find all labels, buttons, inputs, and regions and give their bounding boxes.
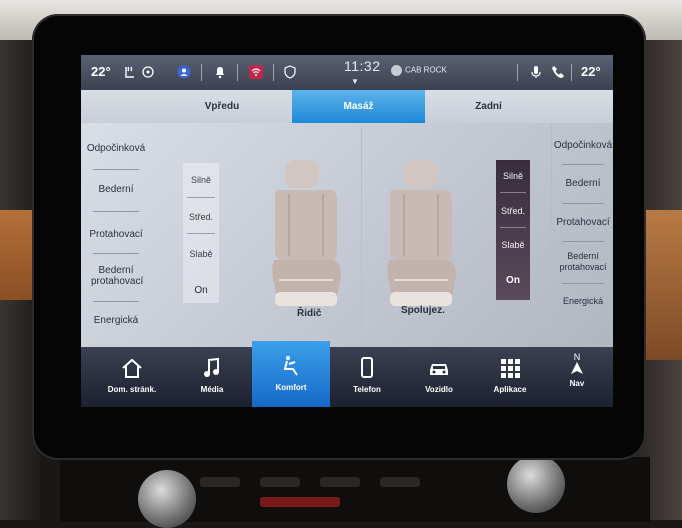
wifi-icon[interactable] <box>249 65 263 79</box>
console-button <box>260 497 340 507</box>
volume-knob[interactable] <box>138 470 196 528</box>
driver-program-lumbar[interactable]: Bederní <box>81 184 151 195</box>
tab-rear[interactable]: Zadní <box>426 90 551 123</box>
phone-device-icon <box>355 357 379 379</box>
divider <box>93 169 139 170</box>
console-button <box>260 477 300 487</box>
nav-apps[interactable]: Aplikace <box>479 347 541 407</box>
bottom-nav: Dom. stránk. Média Komfort Telefon Vozid… <box>81 341 613 407</box>
microphone-icon[interactable] <box>529 65 543 79</box>
passenger-program-list: Odpočinková Bederní Protahovací Bederní … <box>551 123 613 348</box>
tune-knob[interactable] <box>507 455 565 513</box>
passenger-intensity-high[interactable]: Silně <box>496 171 530 181</box>
radio-logo-icon <box>391 65 402 76</box>
tab-bar: Vpředu Masáž Zadní <box>81 90 613 123</box>
steering-heat-icon[interactable] <box>141 65 155 79</box>
infotainment-screen: 22° 11:32 ▼ CAB ROCK 22° Vpředu Masáž Za… <box>81 55 613 407</box>
nav-navigation[interactable]: N Nav <box>551 347 603 407</box>
phone-icon[interactable] <box>551 65 565 79</box>
status-separator <box>237 64 238 81</box>
passenger-massage-state[interactable]: On <box>496 275 530 286</box>
driver-program-lumbar-stretch[interactable]: Bederní protahovací <box>81 265 151 287</box>
status-separator <box>571 64 572 81</box>
nav-phone[interactable]: Telefon <box>337 347 397 407</box>
driver-massage-state[interactable]: On <box>183 285 219 296</box>
seat-divider <box>361 127 362 327</box>
profile-icon[interactable] <box>177 65 191 79</box>
nav-home-label: Dom. stránk. <box>107 385 157 394</box>
temp-right[interactable]: 22° <box>581 64 601 79</box>
nav-home[interactable]: Dom. stránk. <box>95 347 169 407</box>
passenger-program-lumbar[interactable]: Bederní <box>552 178 613 189</box>
seat-heat-icon[interactable] <box>123 65 137 79</box>
console-button <box>320 477 360 487</box>
console-button <box>380 477 420 487</box>
nav-media-label: Média <box>200 385 224 394</box>
divider <box>562 164 604 165</box>
nav-comfort-label: Komfort <box>275 383 307 392</box>
passenger-program-relax[interactable]: Odpočinková <box>552 140 613 151</box>
divider <box>93 301 139 302</box>
nav-phone-label: Telefon <box>353 385 381 394</box>
temp-left[interactable]: 22° <box>91 64 111 79</box>
driver-program-stretch[interactable]: Protahovací <box>81 229 151 240</box>
nav-vehicle[interactable]: Vozidlo <box>406 347 472 407</box>
clock: 11:32 <box>344 58 381 74</box>
home-icon <box>120 357 144 379</box>
shield-icon[interactable] <box>283 65 297 79</box>
tab-massage[interactable]: Masáž <box>292 90 425 123</box>
passenger-program-lumbar-stretch[interactable]: Bederní protahovací <box>552 251 613 273</box>
radio-station[interactable]: CAB ROCK <box>391 65 447 76</box>
passenger-seat-icon[interactable] <box>386 160 456 310</box>
status-bar: 22° 11:32 ▼ CAB ROCK 22° <box>81 55 613 90</box>
driver-intensity-low[interactable]: Slabě <box>183 249 219 259</box>
divider <box>93 211 139 212</box>
notification-icon[interactable] <box>213 65 227 79</box>
car-icon <box>427 357 451 379</box>
divider <box>93 253 139 254</box>
driver-intensity-medium[interactable]: Střed. <box>183 212 219 222</box>
divider <box>562 203 604 204</box>
driver-intensity-list: Silně Střed. Slabě <box>183 163 219 303</box>
driver-seat-icon[interactable] <box>271 160 341 310</box>
driver-seat-label: Řidič <box>297 308 322 319</box>
tab-front[interactable]: Vpředu <box>153 90 291 123</box>
nav-navigation-label: Nav <box>569 379 585 388</box>
music-note-icon <box>200 357 224 379</box>
nav-apps-label: Aplikace <box>493 385 527 394</box>
driver-program-list: Odpočinková Bederní Protahovací Bederní … <box>81 123 151 348</box>
radio-station-name: CAB ROCK <box>405 65 447 75</box>
divider <box>562 241 604 242</box>
passenger-intensity-medium[interactable]: Střed. <box>496 206 530 216</box>
passenger-intensity-low[interactable]: Slabě <box>496 240 530 250</box>
compass-icon: N <box>565 353 589 377</box>
divider <box>187 233 215 234</box>
compass-heading: N <box>573 352 581 362</box>
driver-program-energetic[interactable]: Energická <box>81 315 151 326</box>
passenger-seat-label: Spolujez. <box>401 305 445 316</box>
nav-vehicle-label: Vozidlo <box>425 385 453 394</box>
divider <box>500 192 526 193</box>
nav-media[interactable]: Média <box>179 347 245 407</box>
nav-comfort[interactable]: Komfort <box>252 341 330 407</box>
divider <box>187 197 215 198</box>
status-separator <box>517 64 518 81</box>
divider <box>562 283 604 284</box>
apps-grid-icon <box>498 357 522 379</box>
driver-intensity-high[interactable]: Silně <box>183 175 219 185</box>
comfort-seat-icon <box>279 355 303 377</box>
console-button <box>200 477 240 487</box>
status-separator <box>201 64 202 81</box>
divider <box>500 227 526 228</box>
passenger-program-energetic[interactable]: Energická <box>552 296 613 307</box>
driver-program-relax[interactable]: Odpočinková <box>81 143 151 154</box>
status-separator <box>273 64 274 81</box>
chevron-down-icon[interactable]: ▼ <box>351 77 359 86</box>
passenger-program-stretch[interactable]: Protahovací <box>552 217 613 228</box>
